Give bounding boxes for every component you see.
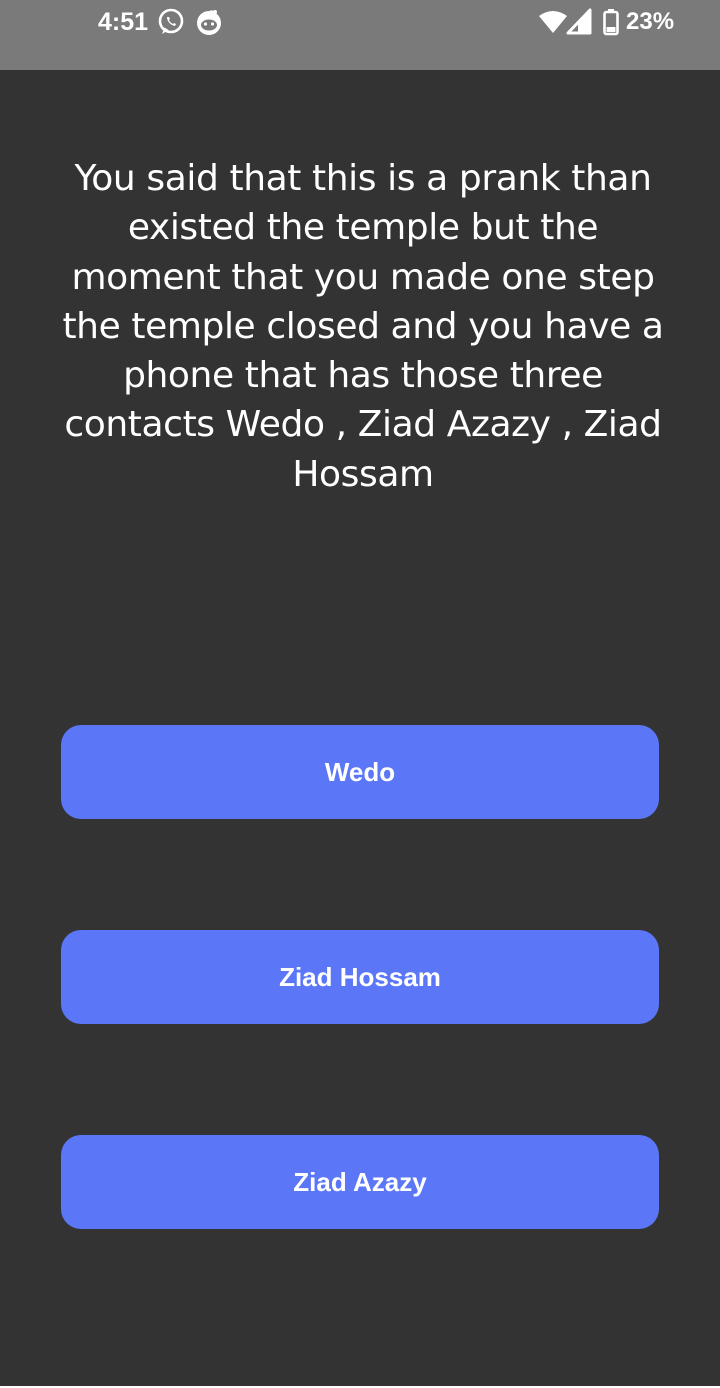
status-time: 4:51 <box>98 8 149 36</box>
battery-icon <box>602 7 620 37</box>
story-text: You said that this is a prank than exist… <box>62 158 664 495</box>
choice-button-ziad-hossam[interactable]: Ziad Hossam <box>61 930 659 1024</box>
choice-button-label: Ziad Hossam <box>279 961 441 992</box>
wifi-icon <box>538 7 568 37</box>
main-content: You said that this is a prank than exist… <box>0 70 720 1386</box>
status-bar: 4:51 23% <box>0 0 720 70</box>
cell-signal-icon <box>566 7 594 37</box>
choice-button-ziad-azazy[interactable]: Ziad Azazy <box>61 1135 659 1229</box>
app-screen: 4:51 23% You said that this is a prank t… <box>0 0 720 1388</box>
reddit-icon <box>194 7 224 37</box>
choice-button-label: Wedo <box>324 756 396 787</box>
choice-button-label: Ziad Azazy <box>293 1166 427 1197</box>
whatsapp-icon <box>156 7 186 37</box>
choice-button-wedo[interactable]: Wedo <box>61 725 659 819</box>
battery-percentage: 23% <box>626 8 675 35</box>
